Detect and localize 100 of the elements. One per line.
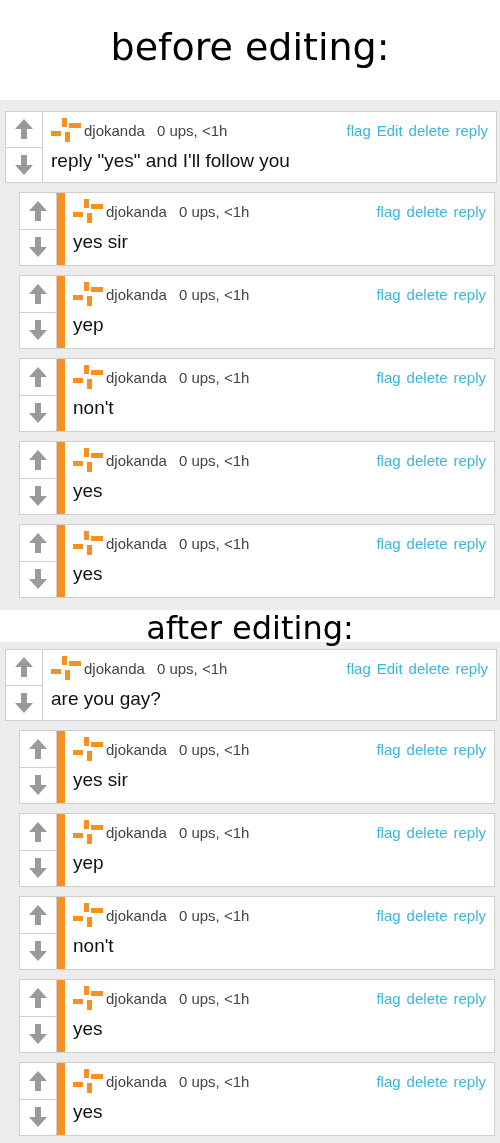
action-link[interactable]: reply — [455, 659, 488, 677]
avatar-icon — [73, 820, 103, 844]
avatar-icon — [73, 531, 103, 555]
avatar-icon — [73, 282, 103, 306]
action-link[interactable]: flag — [376, 368, 401, 386]
action-link[interactable]: reply — [453, 368, 486, 386]
avatar-icon — [51, 118, 81, 142]
down-arrow-icon — [15, 692, 33, 713]
comment-text: yes — [73, 1017, 104, 1040]
action-link[interactable]: delete — [406, 906, 448, 924]
action-link[interactable]: delete — [406, 1072, 448, 1090]
username[interactable]: djokanda — [106, 989, 167, 1007]
username[interactable]: djokanda — [106, 368, 167, 386]
action-link[interactable]: flag — [376, 906, 401, 924]
up-arrow-icon — [29, 532, 47, 553]
comment-meta: 0 ups, <1h — [178, 368, 250, 386]
down-arrow-icon — [29, 1024, 47, 1045]
action-link[interactable]: delete — [408, 121, 450, 139]
action-link[interactable]: reply — [453, 534, 486, 552]
comment-meta: 0 ups, <1h — [178, 1072, 250, 1090]
down-arrow-icon — [29, 569, 47, 590]
action-link[interactable]: reply — [453, 202, 486, 220]
action-link[interactable]: reply — [453, 451, 486, 469]
reply-bar — [57, 980, 65, 1052]
action-link[interactable]: flag — [376, 1072, 401, 1090]
action-link[interactable]: flag — [346, 121, 371, 139]
reply-bar — [57, 193, 65, 265]
reply-bar — [57, 731, 65, 803]
comment-meta: 0 ups, <1h — [178, 202, 250, 220]
comment-meta: 0 ups, <1h — [178, 906, 250, 924]
action-link[interactable]: delete — [406, 285, 448, 303]
action-link[interactable]: reply — [453, 906, 486, 924]
up-arrow-icon — [29, 449, 47, 470]
action-link[interactable]: flag — [346, 659, 371, 677]
username[interactable]: djokanda — [106, 285, 167, 303]
down-arrow-icon — [29, 858, 47, 879]
username[interactable]: djokanda — [106, 534, 167, 552]
action-link[interactable]: reply — [453, 1072, 486, 1090]
action-link[interactable]: reply — [455, 121, 488, 139]
action-link[interactable]: delete — [406, 740, 448, 758]
comment-meta: 0 ups, <1h — [178, 534, 250, 552]
username[interactable]: djokanda — [106, 740, 167, 758]
action-link[interactable]: delete — [406, 451, 448, 469]
comment-meta: 0 ups, <1h — [178, 823, 250, 841]
username[interactable]: djokanda — [84, 121, 145, 139]
action-link[interactable]: reply — [453, 285, 486, 303]
username[interactable]: djokanda — [106, 202, 167, 220]
avatar-icon — [73, 986, 103, 1010]
reply-bar — [57, 359, 65, 431]
up-arrow-icon — [29, 904, 47, 925]
avatar-icon — [73, 365, 103, 389]
comment-meta: 0 ups, <1h — [156, 659, 228, 677]
username[interactable]: djokanda — [106, 1072, 167, 1090]
reply-bar — [57, 525, 65, 597]
action-link[interactable]: reply — [453, 823, 486, 841]
action-link[interactable]: flag — [376, 451, 401, 469]
reply-bar — [57, 814, 65, 886]
up-arrow-icon — [29, 738, 47, 759]
username[interactable]: djokanda — [106, 823, 167, 841]
up-arrow-icon — [29, 283, 47, 304]
action-link[interactable]: reply — [453, 989, 486, 1007]
action-link[interactable]: delete — [406, 202, 448, 220]
action-link[interactable]: flag — [376, 740, 401, 758]
up-arrow-icon — [29, 1070, 47, 1091]
comment-meta: 0 ups, <1h — [178, 740, 250, 758]
action-link[interactable]: reply — [453, 740, 486, 758]
action-link[interactable]: delete — [406, 823, 448, 841]
username[interactable]: djokanda — [106, 906, 167, 924]
action-link[interactable]: flag — [376, 534, 401, 552]
up-arrow-icon — [15, 657, 33, 678]
reply-bar — [57, 276, 65, 348]
down-arrow-icon — [29, 486, 47, 507]
comment-text: are you gay? — [51, 687, 162, 710]
action-link[interactable]: flag — [376, 202, 401, 220]
action-link[interactable]: Edit — [376, 121, 403, 139]
action-link[interactable]: flag — [376, 989, 401, 1007]
action-link[interactable]: flag — [376, 823, 401, 841]
up-arrow-icon — [29, 821, 47, 842]
comment-meta: 0 ups, <1h — [178, 285, 250, 303]
action-link[interactable]: delete — [406, 989, 448, 1007]
action-link[interactable]: delete — [408, 659, 450, 677]
up-arrow-icon — [29, 987, 47, 1008]
up-arrow-icon — [29, 200, 47, 221]
action-link[interactable]: Edit — [376, 659, 403, 677]
avatar-icon — [73, 737, 103, 761]
comment-text: reply "yes" and I'll follow you — [51, 149, 291, 172]
action-link[interactable]: delete — [406, 368, 448, 386]
action-link[interactable]: flag — [376, 285, 401, 303]
comment-text: yep — [73, 313, 105, 336]
down-arrow-icon — [29, 941, 47, 962]
up-arrow-icon — [29, 366, 47, 387]
down-arrow-icon — [29, 775, 47, 796]
caption: before editing: — [110, 24, 390, 71]
down-arrow-icon — [15, 154, 33, 175]
username[interactable]: djokanda — [106, 451, 167, 469]
action-link[interactable]: delete — [406, 534, 448, 552]
comment-meta: 0 ups, <1h — [156, 121, 228, 139]
comment-text: non't — [73, 396, 115, 419]
username[interactable]: djokanda — [84, 659, 145, 677]
caption: after editing: — [146, 610, 354, 646]
